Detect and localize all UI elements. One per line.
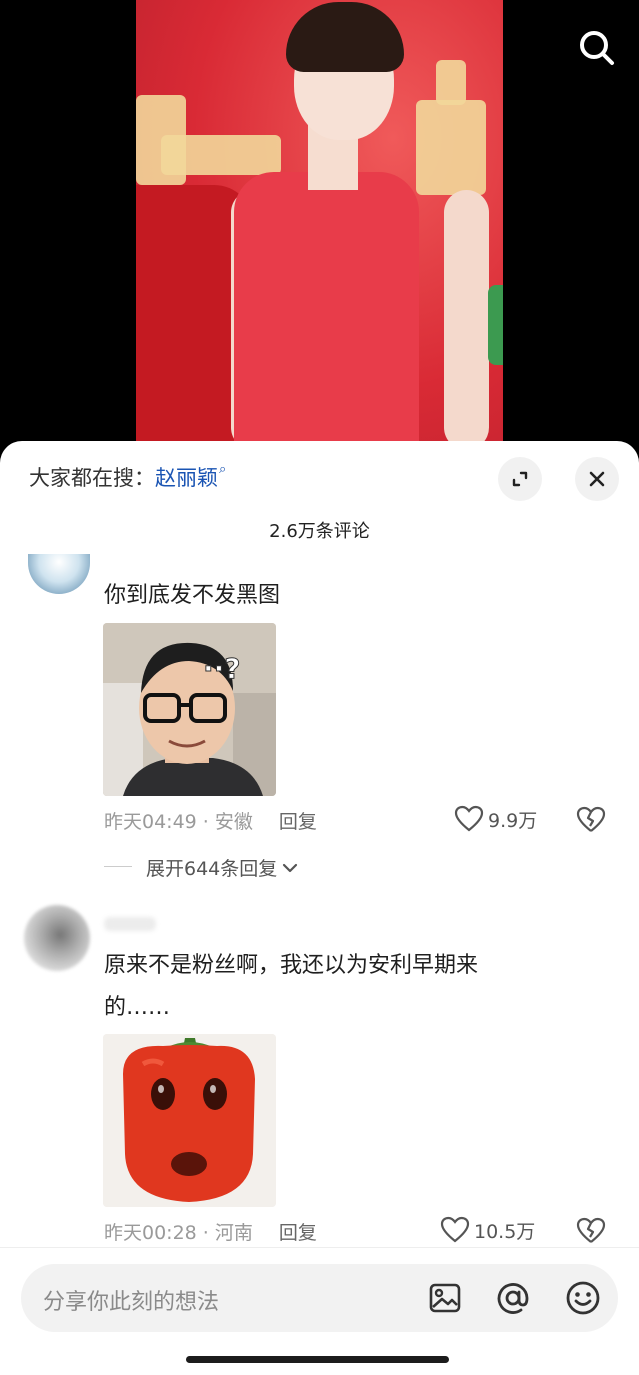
close-button[interactable]	[575, 457, 619, 501]
comment-text-line: 的……	[104, 995, 171, 1020]
expand-icon	[512, 471, 528, 487]
comment-text: 你到底发不发黑图	[104, 583, 281, 608]
search-button[interactable]	[574, 25, 620, 71]
broken-heart-icon	[576, 1217, 606, 1243]
expand-replies-label: 展开644条回复	[146, 858, 278, 880]
comment-time-location: 昨天00:28 · 河南	[104, 1222, 253, 1244]
video-frame	[136, 0, 503, 460]
comment-count: 2.6万条评论	[269, 521, 370, 542]
hot-search-prefix: 大家都在搜：	[29, 466, 155, 490]
svg-text:··?: ··?	[203, 652, 241, 685]
close-icon	[589, 471, 605, 487]
username-blurred	[104, 917, 156, 931]
comment-input-bar: 分享你此刻的想法	[0, 1247, 639, 1375]
like-count: 10.5万	[474, 1220, 536, 1243]
comment-sticker-image[interactable]	[103, 1034, 276, 1207]
broken-heart-icon	[576, 806, 606, 832]
chevron-down-icon	[283, 863, 298, 872]
image-icon[interactable]	[426, 1279, 464, 1317]
hot-search-keyword[interactable]: 赵丽颖	[155, 466, 218, 490]
home-indicator[interactable]	[186, 1356, 449, 1363]
comment-meta: 昨天04:49 · 安徽 回复	[104, 807, 317, 834]
dislike-button[interactable]	[576, 806, 606, 838]
like-button[interactable]: 10.5万	[440, 1216, 535, 1244]
emoji-icon[interactable]	[564, 1279, 602, 1317]
heart-icon	[440, 1216, 470, 1243]
reply-button[interactable]: 回复	[279, 811, 317, 833]
comment-meta: 昨天00:28 · 河南 回复	[104, 1218, 317, 1245]
expand-replies-button[interactable]: 展开644条回复	[104, 854, 299, 881]
heart-icon	[454, 805, 484, 832]
at-icon[interactable]	[494, 1279, 532, 1317]
like-count: 9.9万	[488, 809, 538, 832]
hot-search-bar: 大家都在搜：赵丽颖⌕	[29, 462, 226, 492]
avatar[interactable]	[28, 554, 90, 594]
comment-sheet: 大家都在搜：赵丽颖⌕ 2.6万条评论 你到底发不发黑图 ··? 昨天04:49 …	[0, 441, 639, 1374]
search-icon	[580, 31, 614, 65]
small-search-icon: ⌕	[219, 462, 227, 477]
comment-text: 原来不是粉丝啊，我还以为安利早期来 的……	[104, 945, 574, 1029]
video-player[interactable]	[0, 0, 639, 460]
comment-input-placeholder[interactable]: 分享你此刻的想法	[43, 1284, 219, 1316]
comment-sticker-image[interactable]: ··?	[103, 623, 276, 796]
reply-button[interactable]: 回复	[279, 1222, 317, 1244]
avatar[interactable]	[24, 905, 90, 971]
comment-text-line: 原来不是粉丝啊，我还以为安利早期来	[104, 953, 479, 978]
comment-time-location: 昨天04:49 · 安徽	[104, 811, 253, 833]
expand-button[interactable]	[498, 457, 542, 501]
dislike-button[interactable]	[576, 1217, 606, 1249]
comment-input[interactable]: 分享你此刻的想法	[21, 1264, 618, 1332]
like-button[interactable]: 9.9万	[454, 805, 537, 833]
